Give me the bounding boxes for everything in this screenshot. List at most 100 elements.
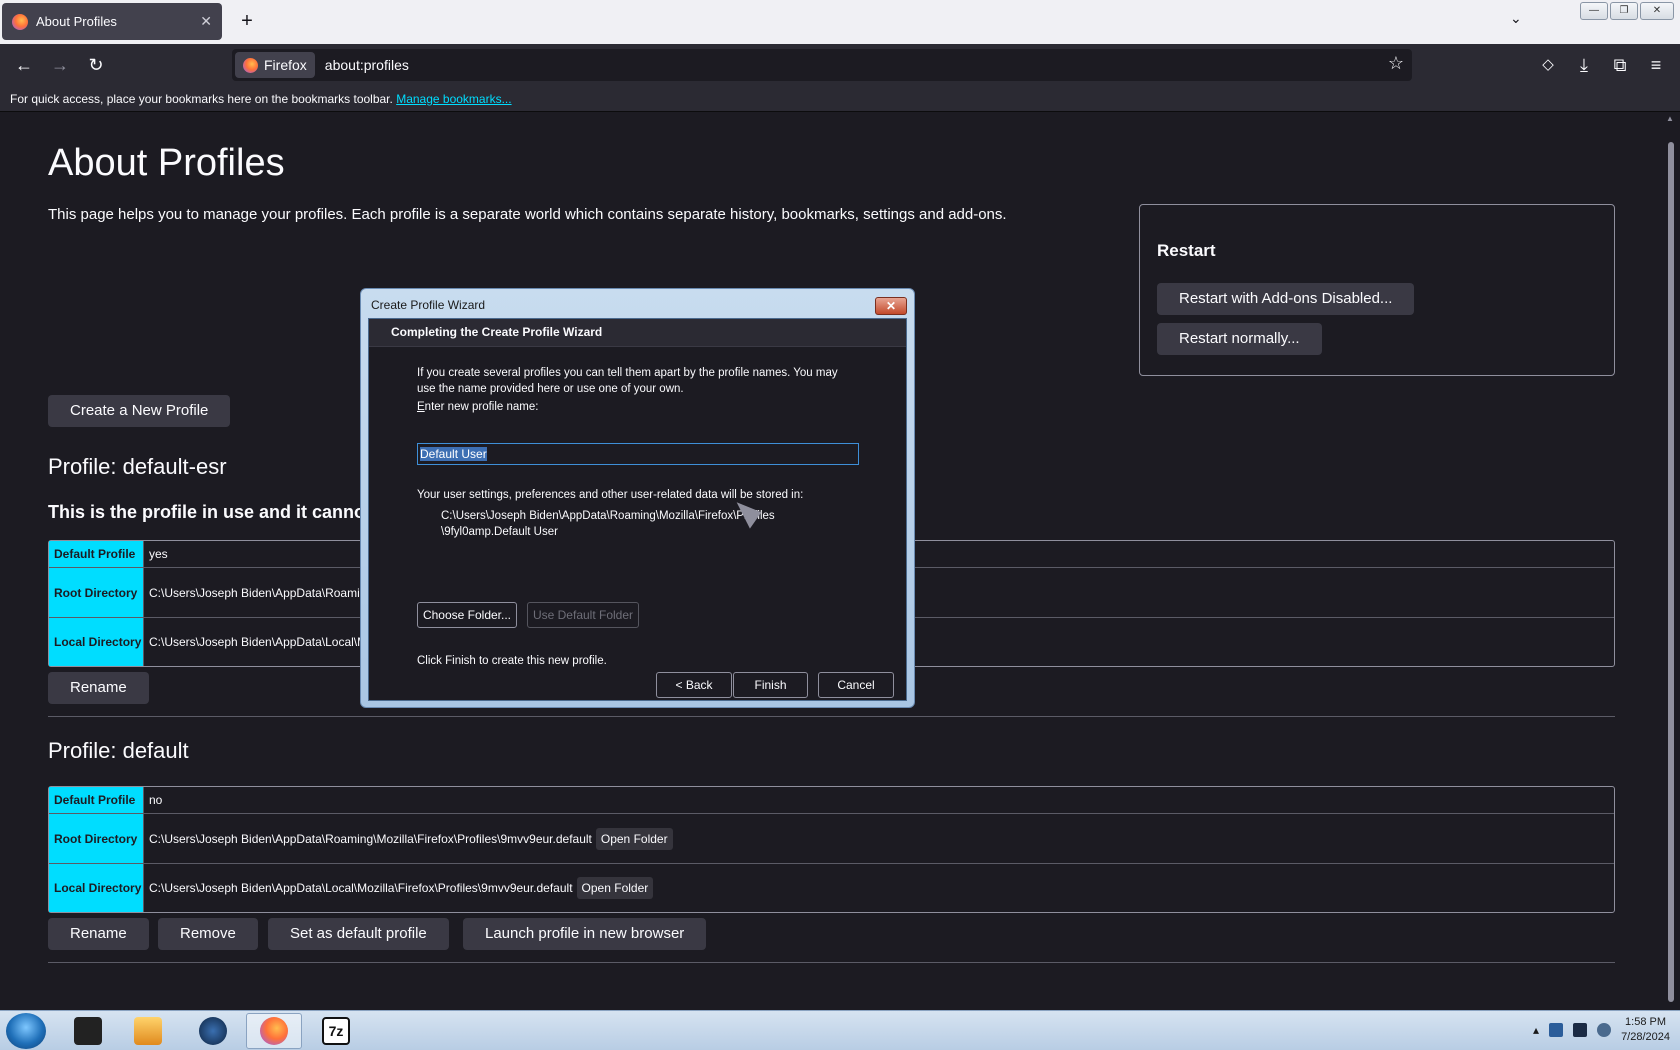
launch-profile-button[interactable]: Launch profile in new browser (463, 918, 707, 950)
page-description: This page helps you to manage your profi… (48, 206, 1007, 223)
new-tab-button[interactable]: + (234, 8, 260, 34)
restart-panel: Restart Restart with Add-ons Disabled...… (1139, 204, 1615, 376)
window-close-button[interactable]: ✕ (1640, 2, 1674, 20)
profile-heading: Profile: default (48, 738, 189, 763)
remove-button[interactable]: Remove (158, 918, 258, 950)
start-button[interactable] (6, 1013, 46, 1049)
taskbar-firefox[interactable] (246, 1013, 302, 1049)
seven-zip-icon: 7z (322, 1017, 350, 1045)
taskbar-7zip[interactable]: 7z (308, 1013, 364, 1049)
wizard-intro: If you create several profiles you can t… (417, 367, 838, 395)
scrollbar[interactable]: ▲ (1662, 112, 1680, 1010)
page-title: About Profiles (48, 142, 285, 184)
downloads-icon[interactable]: ⤓ (1568, 49, 1600, 81)
tray-network-icon[interactable] (1549, 1023, 1564, 1037)
scroll-up-icon[interactable]: ▲ (1666, 114, 1674, 123)
chevron-down-icon[interactable]: ⌄ (1510, 10, 1522, 27)
section-divider (48, 716, 1615, 717)
row-label: Default Profile (49, 787, 144, 813)
back-arrow-icon[interactable]: ← (8, 49, 40, 81)
open-folder-button[interactable]: Open Folder (595, 827, 673, 850)
taskbar-media-player[interactable] (120, 1013, 176, 1049)
reload-icon[interactable]: ↻ (80, 49, 112, 81)
finish-button[interactable]: Finish (733, 672, 808, 698)
back-button[interactable]: < Back (656, 672, 732, 698)
storage-path-line1: C:\Users\Joseph Biden\AppData\Roaming\Mo… (441, 510, 775, 522)
bookmarks-hint: For quick access, place your bookmarks h… (10, 92, 393, 106)
pocket-icon[interactable]: ◇ (1532, 49, 1564, 81)
taskbar: 7z ▴ 1:58 PM 7/28/2024 (0, 1010, 1680, 1050)
extensions-icon[interactable]: ⧉ (1604, 49, 1636, 81)
restart-normally-button[interactable]: Restart normally... (1157, 323, 1322, 355)
profile-name-label: Enter new profile name: (417, 401, 539, 413)
cancel-button[interactable]: Cancel (818, 672, 894, 698)
media-player-icon (134, 1017, 162, 1045)
globe-icon (199, 1017, 227, 1045)
clock-date: 7/28/2024 (1621, 1031, 1670, 1043)
dialog-close-button[interactable]: ✕ (875, 297, 907, 315)
maximize-button[interactable]: ❐ (1610, 2, 1638, 20)
set-default-profile-button[interactable]: Set as default profile (268, 918, 449, 950)
create-profile-wizard-dialog: Create Profile Wizard ✕ Completing the C… (360, 288, 915, 708)
profile-name-value: Default User (420, 447, 487, 461)
tab-about-profiles[interactable]: About Profiles ✕ (2, 3, 222, 40)
window-controls: — ❐ ✕ (1580, 2, 1674, 20)
taskbar-terminal[interactable] (60, 1013, 116, 1049)
row-label: Root Directory (49, 568, 144, 617)
tray-display-icon[interactable] (1573, 1023, 1588, 1037)
row-value-cell: C:\Users\Joseph Biden\AppData\Roaming\Mo… (144, 814, 1614, 863)
finish-instruction: Click Finish to create this new profile. (417, 655, 607, 667)
use-default-folder-button[interactable]: Use Default Folder (527, 602, 639, 628)
url-text[interactable]: about:profiles (325, 57, 409, 73)
table-row: Default Profile no (49, 787, 1614, 813)
storage-path-line2: \9fyl0amp.Default User (441, 526, 558, 538)
open-folder-button[interactable]: Open Folder (576, 877, 654, 899)
taskbar-globe[interactable] (185, 1013, 241, 1049)
firefox-icon (260, 1017, 288, 1045)
dialog-body: Completing the Create Profile Wizard If … (368, 318, 907, 701)
clock[interactable]: 1:58 PM 7/28/2024 (1621, 1015, 1670, 1045)
forward-arrow-icon[interactable]: → (44, 49, 76, 81)
rename-button[interactable]: Rename (48, 672, 149, 704)
profile-table: Default Profile no Root Directory C:\Use… (48, 786, 1615, 913)
menu-icon[interactable]: ≡ (1640, 49, 1672, 81)
bookmarks-toolbar: For quick access, place your bookmarks h… (0, 86, 1680, 112)
row-value: C:\Users\Joseph Biden\AppData\Roaming\Mo… (149, 831, 592, 846)
manage-bookmarks-link[interactable]: Manage bookmarks... (396, 92, 511, 106)
row-value-cell: C:\Users\Joseph Biden\AppData\Local\Mozi… (144, 864, 1614, 912)
section-divider (48, 962, 1615, 963)
minimize-button[interactable]: — (1580, 2, 1608, 20)
bookmark-star-icon[interactable]: ☆ (1388, 53, 1404, 74)
identity-box[interactable]: Firefox (235, 52, 315, 78)
url-bar[interactable]: Firefox about:profiles ☆ (232, 49, 1412, 81)
row-value: no (149, 793, 163, 807)
clock-time: 1:58 PM (1625, 1016, 1667, 1028)
scroll-thumb[interactable] (1668, 142, 1674, 1002)
choose-folder-button[interactable]: Choose Folder... (417, 602, 517, 628)
system-tray: ▴ 1:58 PM 7/28/2024 (1533, 1015, 1670, 1045)
nav-bar: ← → ↻ Firefox about:profiles ☆ ◇ ⤓ ⧉ ≡ (0, 44, 1680, 86)
profile-name-label-text: nter new profile name: (424, 401, 539, 413)
table-row: Local Directory C:\Users\Joseph Biden\Ap… (49, 863, 1614, 912)
table-row: Root Directory C:\Users\Joseph Biden\App… (49, 813, 1614, 863)
rename-button[interactable]: Rename (48, 918, 149, 950)
identity-label: Firefox (264, 57, 307, 73)
tab-strip: About Profiles ✕ + ⌄ — ❐ ✕ (0, 0, 1680, 44)
restart-title: Restart (1157, 241, 1216, 260)
restart-addons-disabled-button[interactable]: Restart with Add-ons Disabled... (1157, 283, 1415, 315)
profile-in-use-note: This is the profile in use and it cannot (48, 502, 372, 522)
firefox-icon (243, 57, 258, 73)
close-icon[interactable]: ✕ (200, 13, 212, 30)
tab-title: About Profiles (36, 14, 117, 29)
row-label: Local Directory (49, 864, 144, 912)
tray-expand-icon[interactable]: ▴ (1533, 1023, 1539, 1037)
profile-name-input[interactable]: Default User (417, 443, 859, 465)
profile-heading: Profile: default-esr (48, 454, 227, 479)
create-profile-button[interactable]: Create a New Profile (48, 395, 231, 427)
terminal-icon (74, 1017, 102, 1045)
dialog-title: Create Profile Wizard (371, 298, 486, 312)
row-label: Default Profile (49, 541, 144, 567)
row-label: Root Directory (49, 814, 144, 863)
wizard-page-header: Completing the Create Profile Wizard (369, 319, 906, 347)
tray-volume-icon[interactable] (1597, 1023, 1612, 1037)
